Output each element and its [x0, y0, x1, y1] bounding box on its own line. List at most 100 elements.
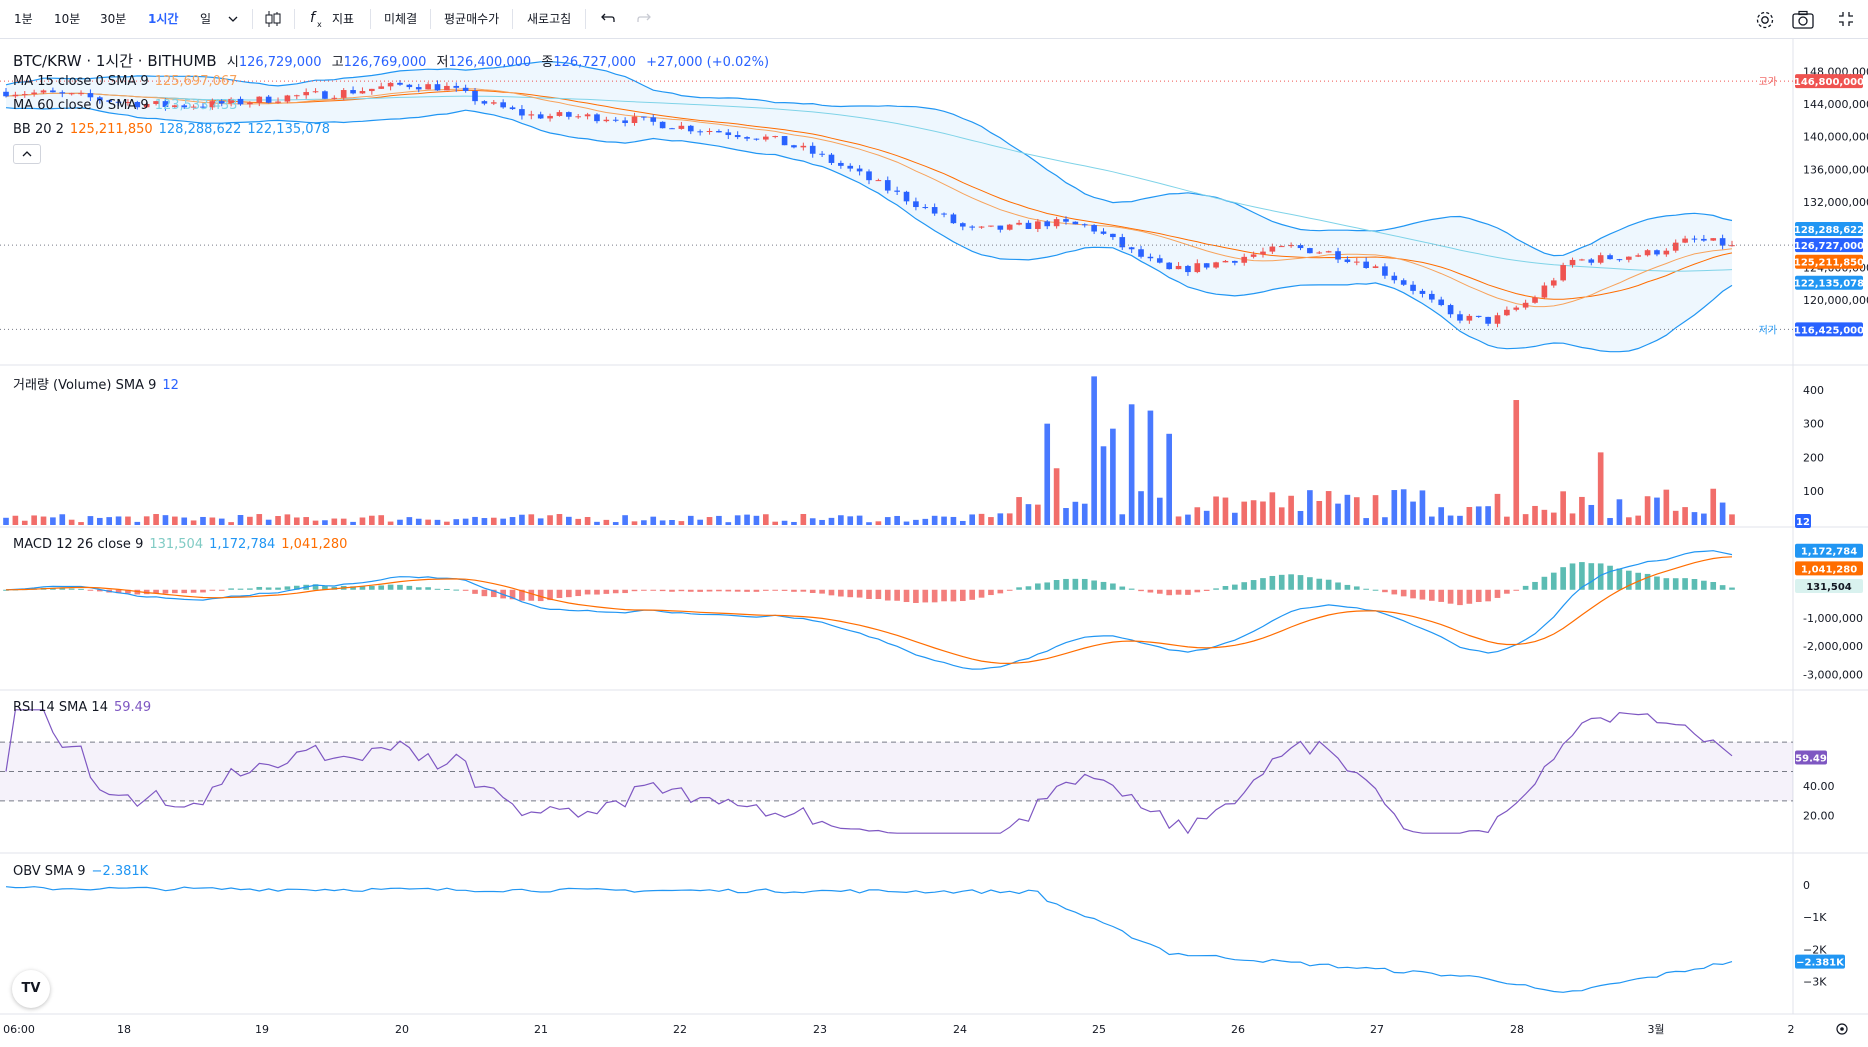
volume-bar — [556, 514, 563, 525]
candle-body — [678, 125, 685, 129]
volume-bar — [31, 515, 37, 525]
obv-tick-label: −2K — [1803, 943, 1827, 956]
chevron-down-icon[interactable] — [226, 9, 240, 33]
rsi-legend[interactable]: RSI 14 SMA 14 59.49 — [13, 700, 157, 715]
avg-buy-price-button[interactable]: 평균매수가 — [444, 0, 499, 38]
candle-body — [1513, 307, 1520, 310]
ma15-legend[interactable]: MA 15 close 0 SMA 9 125,697,067 — [13, 74, 243, 89]
macd-hist-bar — [1053, 580, 1060, 590]
volume-bar — [1072, 501, 1079, 525]
camera-icon[interactable] — [1791, 9, 1815, 35]
interval-day[interactable]: 일 — [200, 0, 211, 38]
volume-bar — [1579, 496, 1585, 525]
time-axis-settings-icon — [1836, 1023, 1848, 1035]
macd-signal-line — [5, 556, 1733, 665]
macd-hist-bar — [1100, 581, 1107, 590]
volume-bar — [772, 521, 779, 525]
candle-body — [884, 180, 891, 191]
volume-bar — [997, 513, 1004, 525]
candle-body — [847, 165, 854, 169]
interval-10m[interactable]: 10분 — [54, 0, 80, 38]
undo-icon[interactable] — [597, 9, 617, 33]
macd-hist-bar — [265, 587, 272, 590]
volume-bar — [378, 515, 385, 525]
macd-hist-bar — [913, 589, 919, 603]
volume-legend[interactable]: 거래량 (Volume) SMA 9 12 — [13, 374, 185, 393]
macd-hist-bar — [594, 589, 600, 595]
candle-body — [340, 90, 347, 98]
macd-tick-label: -3,000,000 — [1803, 668, 1863, 681]
volume-bar — [78, 522, 84, 525]
candle-body — [312, 91, 319, 93]
volume-bar — [256, 514, 263, 525]
redo-icon[interactable] — [635, 9, 655, 33]
macd-hist-bar — [1672, 578, 1679, 590]
macd-hist-bar — [1175, 589, 1182, 595]
candle-body — [350, 90, 356, 94]
macd-hist-bar — [922, 589, 929, 603]
legend-collapse-button[interactable] — [13, 144, 41, 164]
macd-hist-bar — [659, 589, 666, 592]
volume-bar — [1400, 489, 1407, 525]
time-tick-label: 21 — [534, 1023, 548, 1036]
candle-body — [650, 117, 657, 122]
open-orders-button[interactable]: 미체결 — [384, 0, 417, 38]
volume-bar — [1006, 513, 1013, 525]
macd-hist-bar — [1250, 580, 1257, 590]
macd-legend[interactable]: MACD 12 26 close 9 131,504 1,172,784 1,041,… — [13, 537, 353, 552]
candle-body — [1541, 285, 1548, 298]
top-toolbar: 1분 10분 30분 1시간 일 fx 지표 미체결 평균매수가 새로고침 — [0, 0, 1868, 39]
indicators-button[interactable]: 지표 — [332, 0, 354, 38]
candle-body — [1447, 305, 1454, 315]
candle-body — [406, 84, 413, 88]
refresh-button[interactable]: 새로고침 — [527, 0, 571, 38]
macd-hist-bar — [1607, 565, 1613, 590]
bb-legend[interactable]: BB 20 2 125,211,850 128,288,622 122,135,078 — [13, 122, 336, 137]
macd-hist-bar — [931, 589, 938, 603]
fx-icon[interactable]: fx — [308, 9, 326, 33]
high-label: 고 — [331, 55, 344, 70]
candle-body — [969, 226, 975, 228]
candle-type-icon[interactable] — [263, 9, 283, 33]
change-value: +27,000 (+0.02%) — [646, 55, 770, 70]
fullscreen-icon[interactable] — [1836, 9, 1856, 33]
tradingview-logo[interactable]: TV — [12, 970, 50, 1008]
volume-bar — [1560, 491, 1566, 525]
settings-icon[interactable] — [1754, 9, 1776, 35]
candle-body — [1719, 238, 1726, 246]
candle-body — [1560, 265, 1566, 281]
volume-bar — [153, 514, 159, 525]
candle-body — [1063, 219, 1069, 222]
high-value: 126,769,000 — [343, 55, 427, 70]
candle-body — [791, 145, 797, 148]
macd-hist-bar — [415, 587, 422, 590]
interval-1m[interactable]: 1분 — [14, 0, 33, 38]
candle-body — [1382, 266, 1388, 276]
macd-tick-label: -1,000,000 — [1803, 612, 1863, 625]
macd-hist-bar — [462, 589, 469, 591]
ma60-legend[interactable]: MA 60 close 0 SMA 9 123,533,433 — [13, 98, 243, 113]
macd-hist-bar — [584, 589, 591, 595]
volume-bar — [1626, 517, 1632, 525]
candle-body — [1241, 256, 1248, 263]
candle-body — [293, 95, 300, 97]
volume-bar — [706, 517, 713, 525]
candle-body — [819, 153, 825, 155]
volume-bar — [1063, 508, 1069, 525]
volume-bar — [125, 516, 131, 525]
volume-bar — [931, 515, 938, 525]
volume-bar — [1663, 489, 1670, 525]
macd-hist-bar — [1701, 580, 1707, 590]
interval-30m[interactable]: 30분 — [100, 0, 126, 38]
volume-bar — [397, 519, 403, 525]
interval-1h[interactable]: 1시간 — [148, 0, 178, 38]
candle-body — [1194, 263, 1201, 273]
macd-hist-bar — [1278, 574, 1285, 590]
macd-hist-bar — [1560, 567, 1566, 590]
obv-legend[interactable]: OBV SMA 9 −2.381K — [13, 864, 154, 879]
candle-body — [988, 225, 994, 227]
macd-hist-bar — [1232, 584, 1238, 590]
macd-hist-bar — [1072, 578, 1079, 590]
macd-hist-bar — [1532, 581, 1538, 590]
macd-hist-bar — [1222, 586, 1229, 590]
